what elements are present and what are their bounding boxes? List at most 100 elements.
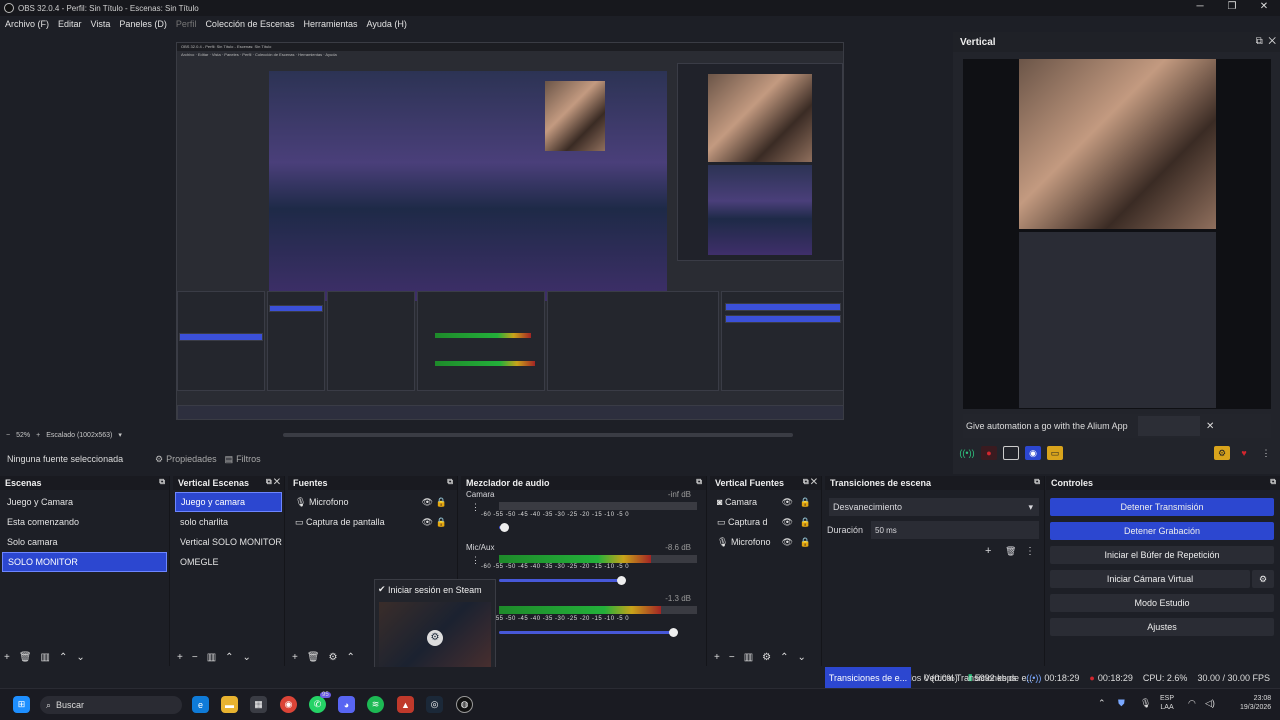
source-item[interactable]: 🎙 Microfono 👁 🔒 [290, 492, 455, 512]
lock-icon[interactable]: 🔒 [800, 537, 811, 548]
menu-paneles[interactable]: Paneles (D) [119, 19, 167, 29]
vscene-item[interactable]: solo charlita [175, 512, 282, 532]
stop-stream-button[interactable]: Detener Transmisión [1050, 498, 1274, 516]
channel-menu-icon[interactable]: ⋮ [471, 502, 480, 513]
obs-taskbar-icon[interactable]: ◍ [456, 696, 473, 713]
volume-knob[interactable] [669, 628, 678, 637]
properties-button[interactable]: ⚙ Propiedades [155, 454, 217, 465]
settings-gear-icon[interactable]: ⚙ [1214, 446, 1230, 460]
eye-icon[interactable]: 👁 [422, 497, 433, 508]
down-icon[interactable]: ⌄ [798, 652, 806, 663]
preview-scrollbar[interactable] [283, 433, 793, 437]
tray-mic-icon[interactable]: 🎙 [1140, 698, 1151, 709]
down-icon[interactable]: ⌄ [76, 652, 84, 663]
tray-chevron-icon[interactable]: ⌃ [1098, 698, 1106, 709]
menu-editar[interactable]: Editar [58, 19, 82, 29]
float-icon[interactable]: ⧉ [1256, 36, 1263, 47]
vcam-icon[interactable]: ◉ [1025, 446, 1041, 460]
scene-item[interactable]: Solo camara [2, 532, 167, 552]
vscene-item[interactable]: OMEGLE [175, 552, 282, 572]
duration-input[interactable]: 50 ms [871, 521, 1039, 539]
scene-item-selected[interactable]: SOLO MONITOR [2, 552, 167, 572]
scene-item[interactable]: Esta comenzando [2, 512, 167, 532]
scale-label[interactable]: Escalado (1002x563) [46, 432, 112, 439]
close-icon[interactable]: ✕ [1248, 0, 1280, 16]
windows-start-icon[interactable]: ⊞ [13, 696, 30, 713]
eye-icon[interactable]: 👁 [782, 537, 793, 548]
maximize-icon[interactable]: ❐ [1216, 0, 1248, 16]
remove-icon[interactable]: − [729, 652, 735, 663]
vertical-close-icon[interactable]: ✕ [1268, 36, 1276, 47]
tray-shield-icon[interactable]: ⛊ [1118, 698, 1125, 709]
trash-icon[interactable]: 🗑 [19, 652, 32, 663]
heart-icon[interactable]: ♥ [1236, 446, 1252, 460]
spotify-icon[interactable]: ≋ [367, 696, 384, 713]
menu-icon[interactable]: ⋮ [1258, 446, 1274, 460]
dock-float-icon[interactable]: ⧉ [159, 477, 165, 487]
volume-knob[interactable] [500, 523, 510, 532]
channel-menu-icon[interactable]: ⋮ [471, 555, 480, 566]
volume-knob[interactable] [616, 576, 626, 585]
tab-vertical-transitions[interactable]: Vertical Transiciones de e... [914, 667, 1044, 688]
taskbar-search[interactable]: ⌕ Buscar [40, 696, 182, 714]
volume-icon[interactable]: ◁) [1205, 698, 1215, 709]
store-icon[interactable]: ▦ [250, 696, 267, 713]
virtual-camera-button[interactable]: Iniciar Cámara Virtual [1050, 570, 1250, 588]
menu-vista[interactable]: Vista [91, 19, 111, 29]
gear-icon[interactable]: ⚙ [329, 652, 338, 663]
add-icon[interactable]: + [714, 652, 720, 663]
dock-float-icon[interactable]: ⧉ [447, 477, 453, 487]
vscene-item[interactable]: Vertical SOLO MONITOR [175, 532, 282, 552]
steam-popup[interactable]: ✔ Iniciar sesión en Steam ⚙ [374, 579, 496, 676]
remove-icon[interactable]: − [192, 652, 198, 663]
chrome-icon[interactable]: ◉ [280, 696, 297, 713]
language-indicator[interactable]: ESP LAA [1160, 694, 1174, 712]
dock-float-icon[interactable]: ⧉ [1270, 477, 1276, 487]
zoom-level[interactable]: 52% [16, 432, 30, 439]
up-icon[interactable]: ⌃ [59, 652, 67, 663]
dock-float-icon[interactable]: ⧉ [1034, 477, 1040, 487]
edge-icon[interactable]: e [192, 696, 209, 713]
add-icon[interactable]: + [292, 652, 298, 663]
down-icon[interactable]: ⌄ [243, 652, 251, 663]
game-icon[interactable]: ▲ [397, 696, 414, 713]
wifi-icon[interactable]: ◠ [1188, 698, 1196, 709]
vsource-item[interactable]: 🎙 Microfono 👁 🔒 [712, 532, 819, 552]
live-icon[interactable]: ((•)) [959, 446, 975, 460]
trash-icon[interactable]: 🗑 [1005, 546, 1016, 557]
screenshot-icon[interactable]: ▭ [1047, 446, 1063, 460]
folder-icon[interactable]: ▬ [221, 696, 238, 713]
lock-icon[interactable]: 🔒 [436, 497, 447, 508]
add-icon[interactable]: + [4, 652, 10, 663]
up-icon[interactable]: ⌃ [347, 652, 355, 663]
filter-icon[interactable]: ▥ [41, 652, 50, 663]
whatsapp-icon[interactable]: ✆ [309, 696, 326, 713]
studio-mode-button[interactable]: Modo Estudio [1050, 594, 1274, 612]
filters-button[interactable]: ▤ Filtros [225, 454, 261, 465]
vsource-item[interactable]: ▭ Captura d 👁 🔒 [712, 512, 819, 532]
alum-close-icon[interactable]: ✕ [1206, 421, 1214, 432]
lock-icon[interactable]: 🔒 [800, 517, 811, 528]
alum-text[interactable]: Give automation a go with the Alium App [963, 421, 1138, 431]
zoom-plus[interactable]: + [36, 432, 40, 439]
menu-archivo[interactable]: Archivo (F) [5, 19, 49, 29]
dock-close-icon[interactable]: ⧉ ✕ [266, 477, 280, 487]
stop-recording-button[interactable]: Detener Grabación [1050, 522, 1274, 540]
eye-icon[interactable]: 👁 [422, 517, 433, 528]
transition-select[interactable]: Desvanecimiento ▾ [829, 498, 1039, 516]
chevron-down-icon[interactable]: ▾ [118, 431, 122, 439]
tab-transitions[interactable]: Transiciones de e... [825, 667, 911, 688]
scene-item[interactable]: Juego y Camara [2, 492, 167, 512]
backtrack-icon[interactable] [1003, 446, 1019, 460]
steam-taskbar-icon[interactable]: ◎ [426, 696, 443, 713]
dock-close-icon[interactable]: ⧉ ✕ [803, 477, 817, 487]
discord-icon[interactable]: ◕ [338, 696, 355, 713]
add-icon[interactable]: + [985, 545, 991, 557]
clock[interactable]: 23:08 19/3/2026 [1240, 694, 1271, 712]
settings-button[interactable]: Ajustes [1050, 618, 1274, 636]
menu-icon[interactable]: ⋮ [1025, 546, 1035, 557]
vsource-item[interactable]: ◙ Camara 👁 🔒 [712, 492, 819, 512]
menu-coleccion[interactable]: Colección de Escenas [205, 19, 294, 29]
minimize-icon[interactable]: ─ [1184, 0, 1216, 16]
menu-ayuda[interactable]: Ayuda (H) [367, 19, 407, 29]
